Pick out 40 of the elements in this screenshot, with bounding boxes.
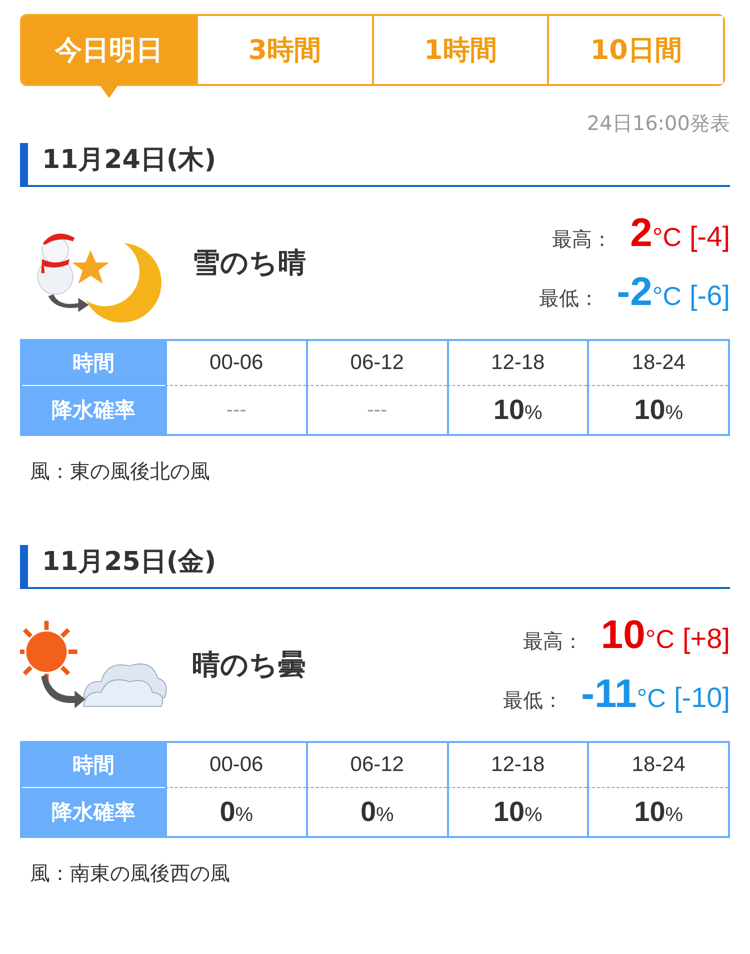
date-heading: 11月24日(木): [20, 143, 730, 187]
temp-label: 最高：: [552, 226, 612, 253]
temp-diff: [+8]: [682, 623, 730, 655]
rain-cell: 10%: [446, 788, 588, 836]
low-temp: -2°C: [616, 270, 682, 315]
temp-label: 最低：: [538, 285, 599, 312]
published-time: 24日16:00発表: [586, 111, 730, 135]
time-cell: 12-18: [446, 743, 588, 788]
time-cell: 18-24: [587, 341, 728, 386]
temp-diff: [-10]: [674, 682, 730, 714]
time-cell: 18-24: [587, 743, 728, 788]
high-temp: 10°C: [600, 613, 675, 658]
date-heading: 11月25日(金): [20, 545, 730, 589]
rain-cell: ---: [165, 386, 306, 434]
wind-text: 風：東の風後北の風: [29, 458, 211, 485]
rain-cell: 10%: [446, 386, 588, 434]
row-header: 時間: [22, 743, 165, 787]
time-cell: 06-12: [306, 743, 446, 788]
wind-text: 風：南東の風後西の風: [29, 860, 231, 887]
weather-text: 晴のち曇: [192, 647, 307, 683]
time-cell: 12-18: [446, 341, 588, 386]
row-header: 時間: [22, 341, 165, 385]
row-header: 降水確率: [22, 386, 165, 434]
temp-diff: [-4]: [690, 221, 730, 253]
tab[interactable]: 今日明日: [22, 16, 196, 84]
rain-cell: 0%: [165, 788, 306, 836]
temp-diff: [-6]: [690, 280, 730, 312]
weather-text: 雪のち晴: [192, 245, 307, 281]
rain-cell: ---: [306, 386, 446, 434]
time-cell: 06-12: [306, 341, 446, 386]
temp-label: 最低：: [503, 687, 564, 714]
time-cell: 00-06: [165, 341, 306, 386]
rain-cell: 10%: [587, 788, 728, 836]
row-header: 降水確率: [22, 788, 165, 836]
time-cell: 00-06: [165, 743, 306, 788]
rain-cell: 0%: [306, 788, 446, 836]
temp-label: 最高：: [522, 628, 583, 655]
rain-cell: 10%: [587, 386, 728, 434]
low-temp: -11°C: [581, 672, 666, 717]
high-temp: 2°C: [630, 211, 682, 256]
